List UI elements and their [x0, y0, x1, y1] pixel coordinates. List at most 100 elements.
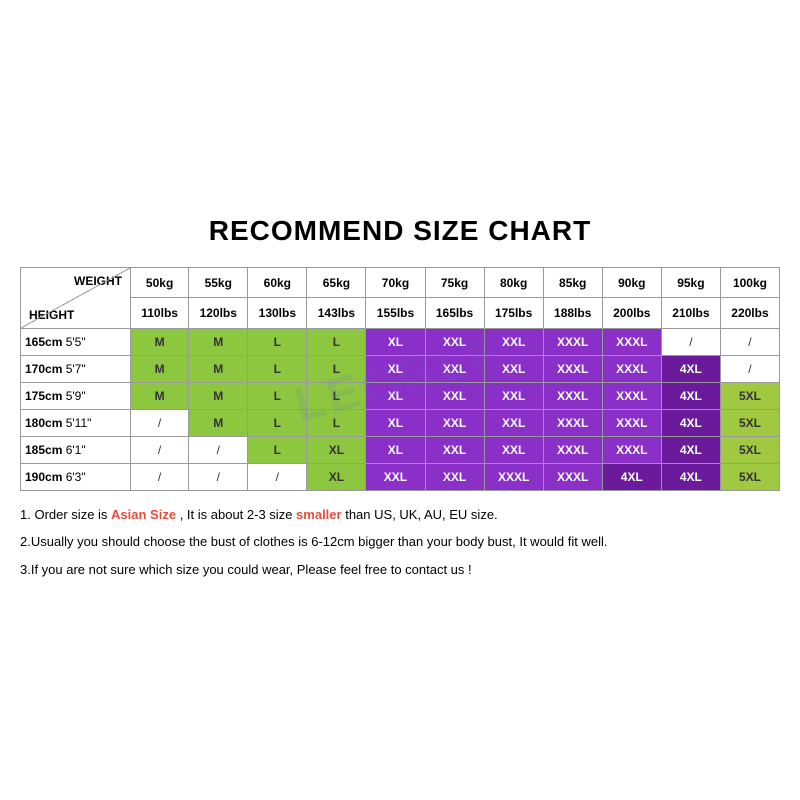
- size-cell-2-7: XXXL: [543, 382, 602, 409]
- weight-90: 90kg: [602, 267, 661, 298]
- corner-height-label: HEIGHT: [29, 308, 74, 322]
- note-1-middle: , It is about 2-3 size: [180, 507, 296, 522]
- lbs-210: 210lbs: [661, 298, 720, 329]
- size-cell-4-5: XXL: [425, 436, 484, 463]
- weight-50: 50kg: [131, 267, 189, 298]
- size-cell-0-9: /: [661, 328, 720, 355]
- note-1-number: 1.: [20, 507, 31, 522]
- table-row: 165cm 5'5"MMLLXLXXLXXLXXXLXXXL//: [21, 328, 780, 355]
- height-cell-2: 175cm 5'9": [21, 382, 131, 409]
- size-cell-5-2: /: [248, 463, 307, 490]
- size-cell-2-5: XXL: [425, 382, 484, 409]
- lbs-175: 175lbs: [484, 298, 543, 329]
- lbs-header-row: 110lbs 120lbs 130lbs 143lbs 155lbs 165lb…: [21, 298, 780, 329]
- lbs-188: 188lbs: [543, 298, 602, 329]
- size-cell-2-6: XXL: [484, 382, 543, 409]
- note-1-after: than US, UK, AU, EU size.: [345, 507, 497, 522]
- note-3: 3.If you are not sure which size you cou…: [20, 558, 780, 581]
- size-cell-5-3: XL: [307, 463, 366, 490]
- size-cell-1-0: M: [131, 355, 189, 382]
- size-cell-2-8: XXXL: [602, 382, 661, 409]
- weight-55: 55kg: [189, 267, 248, 298]
- table-row: 190cm 6'3"///XLXXLXXLXXXLXXXL4XL4XL5XL: [21, 463, 780, 490]
- size-cell-1-9: 4XL: [661, 355, 720, 382]
- size-cell-5-8: 4XL: [602, 463, 661, 490]
- size-cell-2-4: XL: [366, 382, 425, 409]
- note-2-text: 2.Usually you should choose the bust of …: [20, 534, 608, 549]
- page-title: RECOMMEND SIZE CHART: [209, 215, 591, 247]
- lbs-110: 110lbs: [131, 298, 189, 329]
- note-1-before: Order size is: [34, 507, 111, 522]
- weight-80: 80kg: [484, 267, 543, 298]
- weight-100: 100kg: [720, 267, 779, 298]
- size-cell-4-3: XL: [307, 436, 366, 463]
- size-cell-5-1: /: [189, 463, 248, 490]
- size-cell-3-2: L: [248, 409, 307, 436]
- size-cell-3-0: /: [131, 409, 189, 436]
- size-cell-2-1: M: [189, 382, 248, 409]
- size-cell-5-4: XXL: [366, 463, 425, 490]
- size-cell-4-8: XXXL: [602, 436, 661, 463]
- size-cell-4-10: 5XL: [720, 436, 779, 463]
- size-cell-3-1: M: [189, 409, 248, 436]
- table-row: 180cm 5'11"/MLLXLXXLXXLXXXLXXXL4XL5XL: [21, 409, 780, 436]
- corner-weight-label: WEIGHT: [74, 274, 122, 288]
- size-cell-4-0: /: [131, 436, 189, 463]
- table-row: 175cm 5'9"MMLLXLXXLXXLXXXLXXXL4XL5XL: [21, 382, 780, 409]
- size-chart-container: LECBLE WEIGHT HEIGHT 50kg 55kg 60kg 65kg…: [20, 267, 780, 491]
- size-cell-2-0: M: [131, 382, 189, 409]
- size-cell-4-1: /: [189, 436, 248, 463]
- size-cell-3-7: XXXL: [543, 409, 602, 436]
- size-cell-0-5: XXL: [425, 328, 484, 355]
- height-cell-4: 185cm 6'1": [21, 436, 131, 463]
- size-cell-2-9: 4XL: [661, 382, 720, 409]
- lbs-220: 220lbs: [720, 298, 779, 329]
- corner-cell: WEIGHT HEIGHT: [21, 267, 131, 328]
- height-cell-0: 165cm 5'5": [21, 328, 131, 355]
- weight-header-row: WEIGHT HEIGHT 50kg 55kg 60kg 65kg 70kg 7…: [21, 267, 780, 298]
- size-cell-5-10: 5XL: [720, 463, 779, 490]
- size-cell-0-6: XXL: [484, 328, 543, 355]
- note-3-text: 3.If you are not sure which size you cou…: [20, 562, 472, 577]
- size-cell-4-4: XL: [366, 436, 425, 463]
- size-cell-0-4: XL: [366, 328, 425, 355]
- size-cell-5-7: XXXL: [543, 463, 602, 490]
- height-cell-3: 180cm 5'11": [21, 409, 131, 436]
- weight-65: 65kg: [307, 267, 366, 298]
- size-cell-5-5: XXL: [425, 463, 484, 490]
- size-cell-1-3: L: [307, 355, 366, 382]
- height-cell-5: 190cm 6'3": [21, 463, 131, 490]
- table-row: 170cm 5'7"MMLLXLXXLXXLXXXLXXXL4XL/: [21, 355, 780, 382]
- size-cell-1-8: XXXL: [602, 355, 661, 382]
- size-cell-2-3: L: [307, 382, 366, 409]
- size-cell-0-2: L: [248, 328, 307, 355]
- size-cell-2-10: 5XL: [720, 382, 779, 409]
- weight-85: 85kg: [543, 267, 602, 298]
- weight-60: 60kg: [248, 267, 307, 298]
- weight-70: 70kg: [366, 267, 425, 298]
- weight-75: 75kg: [425, 267, 484, 298]
- note-1: 1. Order size is Asian Size , It is abou…: [20, 503, 780, 526]
- size-cell-1-1: M: [189, 355, 248, 382]
- size-cell-4-2: L: [248, 436, 307, 463]
- size-cell-0-8: XXXL: [602, 328, 661, 355]
- size-cell-1-2: L: [248, 355, 307, 382]
- lbs-200: 200lbs: [602, 298, 661, 329]
- notes-section: 1. Order size is Asian Size , It is abou…: [20, 503, 780, 585]
- size-cell-3-6: XXL: [484, 409, 543, 436]
- size-cell-4-9: 4XL: [661, 436, 720, 463]
- size-cell-0-7: XXXL: [543, 328, 602, 355]
- size-cell-4-6: XXL: [484, 436, 543, 463]
- size-cell-2-2: L: [248, 382, 307, 409]
- weight-95: 95kg: [661, 267, 720, 298]
- lbs-130: 130lbs: [248, 298, 307, 329]
- lbs-165: 165lbs: [425, 298, 484, 329]
- lbs-155: 155lbs: [366, 298, 425, 329]
- size-cell-1-5: XXL: [425, 355, 484, 382]
- size-cell-4-7: XXXL: [543, 436, 602, 463]
- size-cell-0-0: M: [131, 328, 189, 355]
- size-cell-1-4: XL: [366, 355, 425, 382]
- size-cell-0-1: M: [189, 328, 248, 355]
- size-cell-3-4: XL: [366, 409, 425, 436]
- size-cell-1-6: XXL: [484, 355, 543, 382]
